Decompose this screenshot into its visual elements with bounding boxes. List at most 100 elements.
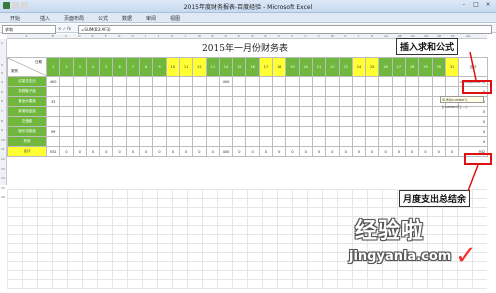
data-cell[interactable] <box>311 96 327 107</box>
data-cell[interactable] <box>418 136 433 147</box>
column-header[interactable]: D <box>78 34 80 38</box>
sum-cell[interactable]: 0 <box>325 146 340 157</box>
sheet-title[interactable]: 2015年一月份财务表 <box>120 41 370 54</box>
data-cell[interactable] <box>444 136 460 147</box>
data-cell[interactable] <box>139 76 154 87</box>
data-cell[interactable] <box>391 86 407 97</box>
sum-cell[interactable]: 0 <box>285 146 300 157</box>
data-cell[interactable] <box>311 136 327 147</box>
data-cell[interactable] <box>192 136 207 147</box>
data-cell[interactable] <box>125 96 141 107</box>
data-cell[interactable] <box>338 126 353 137</box>
data-cell[interactable] <box>272 76 287 87</box>
data-cell[interactable] <box>139 126 154 137</box>
sum-cell[interactable]: 0 <box>152 146 167 157</box>
data-cell[interactable] <box>125 136 141 147</box>
data-cell[interactable] <box>245 96 260 107</box>
name-box[interactable]: 求和 <box>2 25 56 34</box>
data-cell[interactable] <box>378 116 393 127</box>
data-cell[interactable] <box>245 126 260 137</box>
data-cell[interactable] <box>152 136 167 147</box>
data-cell[interactable] <box>232 76 247 87</box>
tab-page-layout[interactable]: 页面布局 <box>64 15 84 22</box>
row-header[interactable]: 7 <box>1 109 3 113</box>
day-header-cell[interactable]: 19 <box>285 57 300 77</box>
data-cell[interactable] <box>444 86 460 97</box>
data-cell[interactable] <box>405 96 420 107</box>
row-total-cell[interactable]: 0 <box>458 116 489 127</box>
data-cell[interactable] <box>178 86 194 97</box>
column-header[interactable]: AA <box>384 34 388 38</box>
data-cell[interactable]: 400 <box>218 76 234 87</box>
data-cell[interactable] <box>378 76 393 87</box>
data-cell[interactable] <box>444 126 460 137</box>
day-header-cell[interactable]: 18 <box>272 57 287 77</box>
sum-cell[interactable]: 0 <box>112 146 127 157</box>
sum-cell[interactable]: 0 <box>298 146 313 157</box>
data-cell[interactable] <box>405 136 420 147</box>
sum-cell[interactable]: 532 <box>45 146 61 157</box>
data-cell[interactable] <box>391 76 407 87</box>
data-cell[interactable] <box>391 136 407 147</box>
sum-cell[interactable]: 0 <box>405 146 420 157</box>
data-cell[interactable] <box>431 126 446 137</box>
tab-insert[interactable]: 插入 <box>40 15 50 22</box>
data-cell[interactable] <box>192 76 207 87</box>
sum-cell[interactable]: 0 <box>165 146 180 157</box>
data-cell[interactable] <box>165 136 180 147</box>
column-header[interactable]: L <box>185 34 187 38</box>
data-cell[interactable] <box>298 76 313 87</box>
data-cell[interactable] <box>165 96 180 107</box>
data-cell[interactable] <box>285 126 300 137</box>
sum-cell[interactable]: 0 <box>338 146 353 157</box>
data-cell[interactable] <box>85 106 101 117</box>
data-cell[interactable] <box>232 126 247 137</box>
data-cell[interactable] <box>192 126 207 137</box>
category-label-cell[interactable]: 买菜总支出 <box>7 76 47 87</box>
data-cell[interactable] <box>258 136 274 147</box>
data-cell[interactable] <box>232 96 247 107</box>
data-cell[interactable] <box>405 86 420 97</box>
data-cell[interactable] <box>431 136 446 147</box>
data-cell[interactable] <box>431 86 446 97</box>
data-cell[interactable] <box>338 96 353 107</box>
column-header[interactable]: C <box>65 34 67 38</box>
sum-cell[interactable]: 0 <box>232 146 247 157</box>
column-header[interactable]: E <box>92 34 94 38</box>
data-cell[interactable] <box>378 86 393 97</box>
data-cell[interactable] <box>205 76 220 87</box>
column-header[interactable]: K <box>171 34 173 38</box>
day-header-cell[interactable]: 2 <box>59 57 74 77</box>
sum-cell[interactable]: 0 <box>85 146 101 157</box>
data-cell[interactable] <box>205 116 220 127</box>
data-cell[interactable] <box>338 136 353 147</box>
data-cell[interactable] <box>112 136 127 147</box>
data-cell[interactable] <box>178 136 194 147</box>
data-cell[interactable] <box>165 126 180 137</box>
data-cell[interactable] <box>192 106 207 117</box>
data-cell[interactable] <box>378 96 393 107</box>
data-cell[interactable] <box>272 96 287 107</box>
sum-label-cell[interactable]: 合计 <box>7 146 47 157</box>
data-cell[interactable] <box>351 76 367 87</box>
data-cell[interactable] <box>391 116 407 127</box>
data-cell[interactable] <box>99 86 114 97</box>
data-cell[interactable] <box>405 76 420 87</box>
data-cell[interactable] <box>311 86 327 97</box>
data-cell[interactable] <box>125 76 141 87</box>
data-cell[interactable] <box>85 96 101 107</box>
row-total-cell[interactable]: 0 <box>458 136 489 147</box>
data-cell[interactable] <box>232 136 247 147</box>
category-label-cell[interactable]: 娱乐消费费 <box>7 126 47 137</box>
data-cell[interactable] <box>245 136 260 147</box>
data-cell[interactable] <box>285 86 300 97</box>
data-cell[interactable] <box>351 96 367 107</box>
category-label-cell[interactable]: 食品水果费 <box>7 96 47 107</box>
category-label-cell[interactable]: 家用用品费 <box>7 106 47 117</box>
data-cell[interactable] <box>272 126 287 137</box>
sum-cell[interactable]: 0 <box>391 146 407 157</box>
data-cell[interactable] <box>139 96 154 107</box>
column-header[interactable]: I <box>145 34 146 38</box>
sum-cell[interactable]: 0 <box>125 146 141 157</box>
data-cell[interactable] <box>85 116 101 127</box>
